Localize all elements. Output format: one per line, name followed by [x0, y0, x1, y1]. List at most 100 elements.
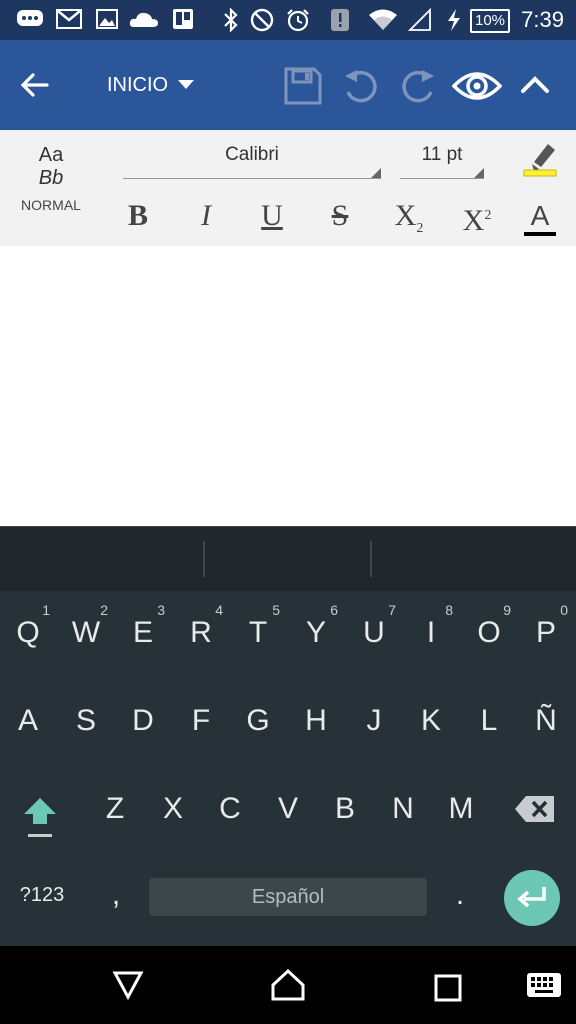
key-b[interactable]: B — [317, 792, 373, 826]
key-e[interactable]: E3 — [115, 602, 171, 650]
key-g[interactable]: G — [230, 704, 286, 738]
key-k[interactable]: K — [403, 704, 459, 738]
italic-button[interactable]: I — [186, 196, 226, 236]
key-l[interactable]: L — [461, 704, 517, 738]
undo-icon[interactable] — [343, 68, 379, 106]
key-y[interactable]: Y6 — [288, 602, 344, 650]
key-r[interactable]: R4 — [173, 602, 229, 650]
key-label: W — [71, 616, 101, 649]
status-bar: 10% 7:39 — [0, 0, 576, 40]
period-key[interactable]: . — [432, 878, 488, 912]
home-icon[interactable] — [270, 968, 306, 1002]
charging-icon — [446, 8, 462, 32]
navigation-bar — [0, 946, 576, 1024]
key-label: Y — [305, 616, 326, 649]
font-color-label: A — [530, 200, 550, 231]
symbols-key[interactable]: ?123 — [14, 884, 70, 907]
highlighter-button[interactable] — [522, 140, 558, 178]
key-number-hint: 5 — [272, 602, 280, 618]
key-number-hint: 0 — [560, 602, 568, 618]
key-m[interactable]: M — [433, 792, 489, 826]
font-color-button[interactable]: A — [520, 196, 560, 236]
italic-label: I — [201, 199, 211, 232]
eye-icon[interactable] — [452, 68, 502, 104]
key-q[interactable]: Q1 — [0, 602, 56, 650]
key-u[interactable]: U7 — [346, 602, 402, 650]
highlighter-icon — [523, 144, 557, 177]
key-v[interactable]: V — [260, 792, 316, 826]
chat-icon — [16, 8, 44, 30]
superscript-button[interactable]: X2 — [454, 196, 500, 237]
subscript-base: X — [394, 199, 417, 232]
ribbon-tab-menu[interactable]: INICIO — [107, 74, 168, 97]
formatting-ribbon: Aa Bb NORMAL Calibri 11 pt B I U S X2 X2… — [0, 130, 576, 246]
suggestion-strip — [0, 526, 576, 591]
key-number-hint: 4 — [215, 602, 223, 618]
key-number-hint: 1 — [42, 602, 50, 618]
redo-icon[interactable] — [400, 68, 436, 106]
font-size-value: 11 pt — [421, 144, 463, 165]
key-a[interactable]: A — [0, 704, 56, 738]
key-z[interactable]: Z — [87, 792, 143, 826]
bold-button[interactable]: B — [118, 196, 158, 236]
key-o[interactable]: O9 — [461, 602, 517, 650]
signal-icon — [408, 8, 432, 32]
key-f[interactable]: F — [173, 704, 229, 738]
font-name-dropdown[interactable]: Calibri — [123, 144, 381, 179]
comma-key[interactable]: , — [88, 878, 144, 912]
key-w[interactable]: W2 — [58, 602, 114, 650]
underline-button[interactable]: U — [252, 196, 292, 236]
key-x[interactable]: X — [145, 792, 201, 826]
suggestion-divider — [370, 541, 372, 577]
subscript-button[interactable]: X2 — [386, 196, 432, 236]
strikethrough-button[interactable]: S — [320, 196, 360, 236]
subscript-mark: 2 — [416, 221, 424, 236]
ribbon-tab-label: INICIO — [107, 74, 169, 96]
save-icon[interactable] — [284, 67, 322, 105]
key-j[interactable]: J — [346, 704, 402, 738]
do-not-disturb-icon — [250, 8, 274, 32]
gmail-icon — [56, 8, 82, 30]
keyboard-icon[interactable] — [526, 972, 562, 998]
underline-label: U — [261, 199, 283, 232]
font-size-dropdown[interactable]: 11 pt — [400, 144, 484, 179]
key-s[interactable]: S — [58, 704, 114, 738]
key-t[interactable]: T5 — [230, 602, 286, 650]
key-number-hint: 9 — [503, 602, 511, 618]
font-color-swatch — [524, 232, 556, 236]
back-triangle-icon[interactable] — [112, 970, 144, 1000]
bold-label: B — [127, 199, 148, 232]
key-label: U — [363, 616, 385, 649]
key-i[interactable]: I8 — [403, 602, 459, 650]
alert-icon — [330, 8, 350, 32]
onedrive-icon — [128, 8, 160, 30]
enter-key[interactable] — [504, 870, 560, 926]
recents-icon[interactable] — [434, 974, 462, 1002]
strikethrough-label: S — [331, 199, 349, 232]
battery-indicator: 10% — [470, 9, 510, 33]
shift-key[interactable] — [20, 794, 60, 842]
back-arrow-icon[interactable] — [20, 70, 50, 100]
key-n[interactable]: N — [375, 792, 431, 826]
wifi-icon — [368, 8, 398, 32]
key-ñ[interactable]: Ñ — [518, 704, 574, 738]
key-number-hint: 6 — [330, 602, 338, 618]
dropdown-corner-icon — [371, 168, 381, 178]
key-c[interactable]: C — [202, 792, 258, 826]
app-toolbar: INICIO — [0, 40, 576, 130]
dropdown-corner-icon — [474, 168, 484, 178]
key-number-hint: 3 — [157, 602, 165, 618]
gallery-icon — [96, 8, 118, 30]
key-d[interactable]: D — [115, 704, 171, 738]
superscript-base: X — [462, 204, 485, 237]
trello-icon — [172, 8, 194, 30]
key-h[interactable]: H — [288, 704, 344, 738]
dropdown-caret-icon[interactable] — [178, 80, 194, 90]
document-canvas[interactable] — [0, 246, 576, 526]
chevron-up-icon[interactable] — [520, 74, 550, 94]
space-bar[interactable]: Español — [149, 878, 427, 916]
key-p[interactable]: P0 — [518, 602, 574, 650]
styles-button[interactable]: Aa Bb NORMAL — [14, 144, 88, 213]
enter-arrow-icon — [517, 887, 546, 908]
backspace-key[interactable] — [514, 794, 556, 824]
